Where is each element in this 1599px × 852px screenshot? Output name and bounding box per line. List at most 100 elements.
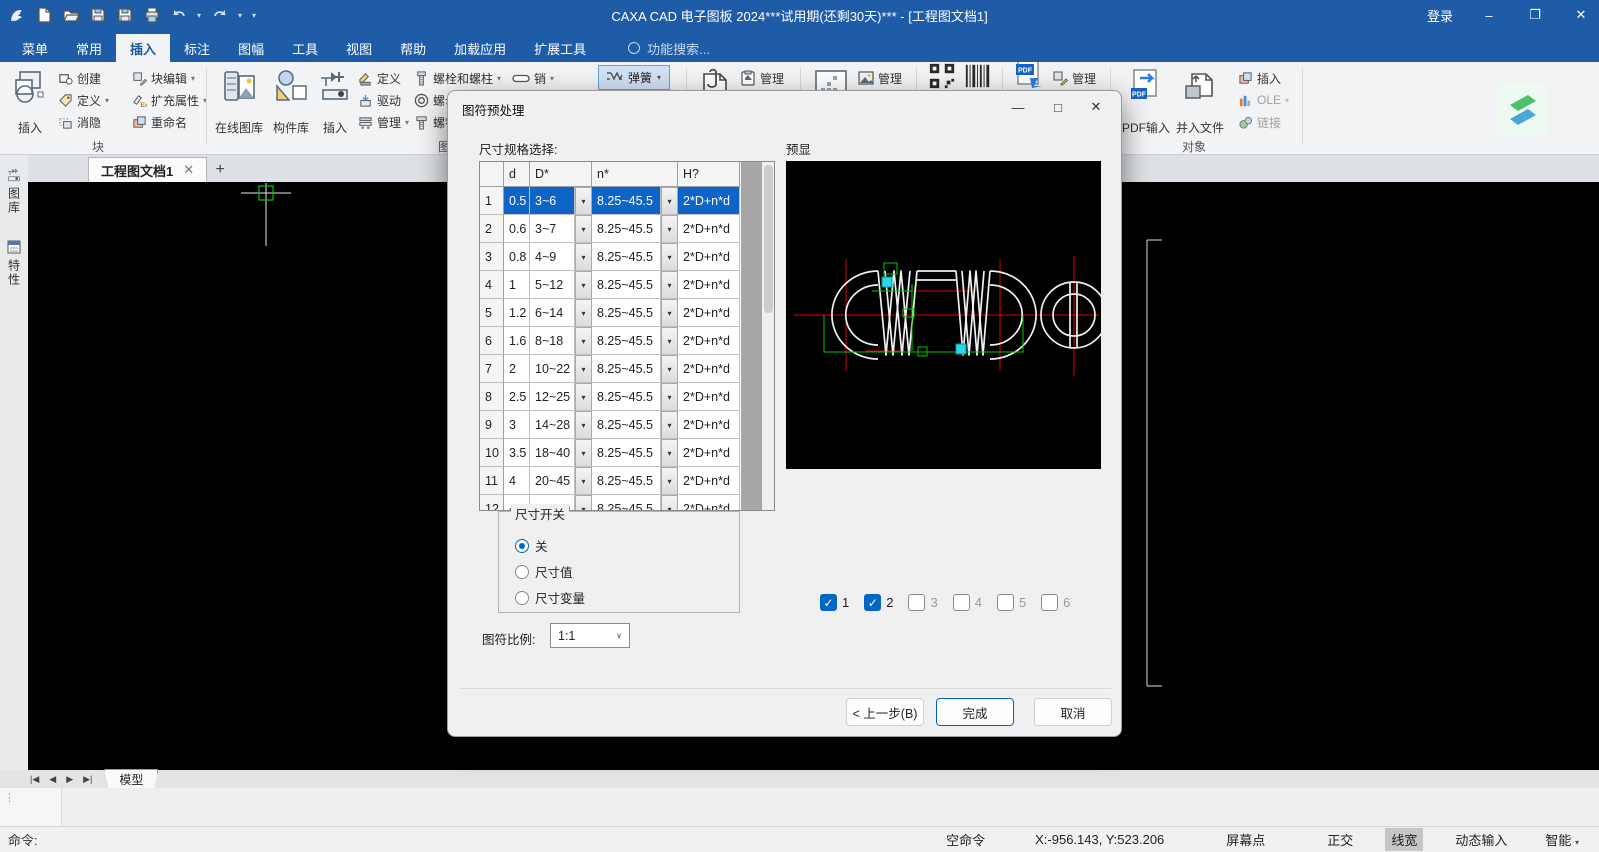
spring-button[interactable]: 弹簧 ▾ xyxy=(598,65,670,90)
new-document-tab-button[interactable]: + xyxy=(207,157,233,182)
bolt-stud-button[interactable]: 螺栓和螺柱 ▾ xyxy=(414,68,501,88)
cell-d[interactable]: 3.5 xyxy=(504,439,530,467)
cell-H[interactable]: 2*D+n*d xyxy=(678,495,740,510)
cell-n[interactable]: 8.25~45.5 xyxy=(592,271,661,299)
ortho-toggle[interactable]: 正交 xyxy=(1321,828,1359,851)
checkbox-icon[interactable]: ✓ xyxy=(820,594,837,611)
cell-H[interactable]: 2*D+n*d xyxy=(678,271,740,299)
cell-n-dropdown-icon[interactable]: ▾ xyxy=(661,439,678,467)
restore-button[interactable]: ❐ xyxy=(1525,7,1545,23)
image-manage-button[interactable]: 管理 xyxy=(858,68,902,88)
view-checkbox-5[interactable]: 5 xyxy=(996,594,1026,611)
side-tab-properties[interactable]: 特性 xyxy=(0,233,28,293)
row-index[interactable]: 8 xyxy=(480,383,504,411)
spec-table-row-5[interactable]: 5 1.2 6~14 ▾ 8.25~45.5 ▾ 2*D+n*d xyxy=(480,299,741,327)
cell-d[interactable]: 3 xyxy=(504,411,530,439)
next-sheet-icon[interactable]: ▶ xyxy=(66,774,73,785)
spec-table-row-6[interactable]: 6 1.6 8~18 ▾ 8.25~45.5 ▾ 2*D+n*d xyxy=(480,327,741,355)
cell-n[interactable]: 8.25~45.5 xyxy=(592,243,661,271)
close-button[interactable]: ✕ xyxy=(1571,7,1591,23)
row-index[interactable]: 2 xyxy=(480,215,504,243)
prev-sheet-icon[interactable]: ◀ xyxy=(49,774,56,785)
checkbox-icon[interactable]: ✓ xyxy=(864,594,882,611)
radio-icon[interactable] xyxy=(515,538,529,553)
document-tab[interactable]: 工程图文档1 ✕ xyxy=(88,157,208,182)
app-icon[interactable] xyxy=(8,7,25,24)
cell-n[interactable]: 8.25~45.5 xyxy=(592,439,661,467)
block-rename-button[interactable]: 重命名 xyxy=(132,112,187,132)
cell-H[interactable]: 2*D+n*d xyxy=(678,327,740,355)
cell-D[interactable]: 10~22 xyxy=(530,355,575,383)
dialog-close-button[interactable]: ✕ xyxy=(1079,93,1113,121)
cell-D-dropdown-icon[interactable]: ▾ xyxy=(575,467,592,495)
new-document-icon[interactable] xyxy=(35,7,52,24)
dynamic-input-toggle[interactable]: 动态输入 xyxy=(1449,828,1513,851)
customize-toolbar-icon[interactable]: ▾ xyxy=(252,11,256,20)
block-define-button[interactable]: 定义 ▾ xyxy=(58,90,109,110)
checkbox-icon[interactable] xyxy=(952,594,970,611)
row-index[interactable]: 12 xyxy=(480,495,504,510)
cell-n[interactable]: 8.25~45.5 xyxy=(592,187,661,215)
object-insert-button[interactable]: 插入 xyxy=(1238,68,1281,88)
radio-icon[interactable] xyxy=(515,590,529,605)
command-history-bar[interactable]: ⋮ xyxy=(0,788,1599,826)
menu-tab-扩展工具[interactable]: 扩展工具 xyxy=(520,34,600,62)
component-library-button[interactable]: 构件库 xyxy=(268,66,314,150)
back-button[interactable]: < 上一步(B) xyxy=(846,698,924,726)
menu-tab-常用[interactable]: 常用 xyxy=(62,34,116,62)
document-tab-close-icon[interactable]: ✕ xyxy=(183,162,194,178)
cell-D[interactable]: 8~18 xyxy=(530,327,575,355)
cell-d[interactable]: 2 xyxy=(504,355,530,383)
cell-D-dropdown-icon[interactable]: ▾ xyxy=(575,355,592,383)
menu-tab-视图[interactable]: 视图 xyxy=(332,34,386,62)
view-checkbox-4[interactable]: 4 xyxy=(952,594,982,611)
cell-H[interactable]: 2*D+n*d xyxy=(678,467,740,495)
spec-table-row-7[interactable]: 7 2 10~22 ▾ 8.25~45.5 ▾ 2*D+n*d xyxy=(480,355,741,383)
view-checkbox-1[interactable]: ✓ 1 xyxy=(820,594,849,611)
dim-switch-option-尺寸值[interactable]: 尺寸值 xyxy=(515,562,573,581)
undo-icon[interactable] xyxy=(170,7,187,24)
row-index[interactable]: 4 xyxy=(480,271,504,299)
symbol-scale-select[interactable]: 1:1 ∨ xyxy=(550,623,630,648)
minimize-button[interactable]: – xyxy=(1479,8,1499,23)
cell-n-dropdown-icon[interactable]: ▾ xyxy=(661,243,678,271)
row-index[interactable]: 6 xyxy=(480,327,504,355)
library-manage-button[interactable]: 管理 ▾ xyxy=(358,112,409,132)
cell-D-dropdown-icon[interactable]: ▾ xyxy=(575,299,592,327)
smart-snap-dropdown[interactable]: 智能 ▾ xyxy=(1539,828,1585,851)
checkbox-icon[interactable] xyxy=(996,594,1014,611)
cell-H[interactable]: 2*D+n*d xyxy=(678,215,740,243)
cancel-button[interactable]: 取消 xyxy=(1034,698,1112,726)
cell-H[interactable]: 2*D+n*d xyxy=(678,187,740,215)
checkbox-icon[interactable] xyxy=(1041,594,1059,611)
block-hide-button[interactable]: 消隐 xyxy=(58,112,101,132)
cell-n[interactable]: 8.25~45.5 xyxy=(592,467,661,495)
view-checkbox-6[interactable]: 6 xyxy=(1041,594,1070,611)
open-file-icon[interactable] xyxy=(62,7,79,24)
cell-d[interactable]: 2.5 xyxy=(504,383,530,411)
dim-switch-option-尺寸变量[interactable]: 尺寸变量 xyxy=(515,588,585,607)
menu-tab-标注[interactable]: 标注 xyxy=(170,34,224,62)
cell-n[interactable]: 8.25~45.5 xyxy=(592,411,661,439)
cell-n-dropdown-icon[interactable]: ▾ xyxy=(661,327,678,355)
cell-d[interactable]: 4 xyxy=(504,467,530,495)
view-checkbox-2[interactable]: ✓ 2 xyxy=(864,594,893,611)
row-index[interactable]: 9 xyxy=(480,411,504,439)
cell-H[interactable]: 2*D+n*d xyxy=(678,299,740,327)
block-extend-attr-button[interactable]: 扩充属性▾ xyxy=(132,90,207,110)
qr-code-button[interactable] xyxy=(928,66,956,86)
cell-H[interactable]: 2*D+n*d xyxy=(678,243,740,271)
spec-table-row-10[interactable]: 10 3.5 18~40 ▾ 8.25~45.5 ▾ 2*D+n*d xyxy=(480,439,741,467)
spec-table-scrollbar[interactable] xyxy=(762,162,774,510)
undo-dropdown-icon[interactable]: ▾ xyxy=(197,11,201,20)
cell-D-dropdown-icon[interactable]: ▾ xyxy=(575,187,592,215)
command-prompt-label[interactable]: 命令: xyxy=(8,830,38,849)
cell-D[interactable]: 18~40 xyxy=(530,439,575,467)
line-width-toggle[interactable]: 线宽 xyxy=(1385,828,1424,851)
cell-d[interactable]: 1.6 xyxy=(504,327,530,355)
model-sheet-tab[interactable]: 模型 xyxy=(104,769,158,789)
block-edit-button[interactable]: 块编辑 ▾ xyxy=(132,68,195,88)
cell-n[interactable]: 8.25~45.5 xyxy=(592,215,661,243)
menu-tab-图幅[interactable]: 图幅 xyxy=(224,34,278,62)
cell-D[interactable]: 5~12 xyxy=(530,271,575,299)
